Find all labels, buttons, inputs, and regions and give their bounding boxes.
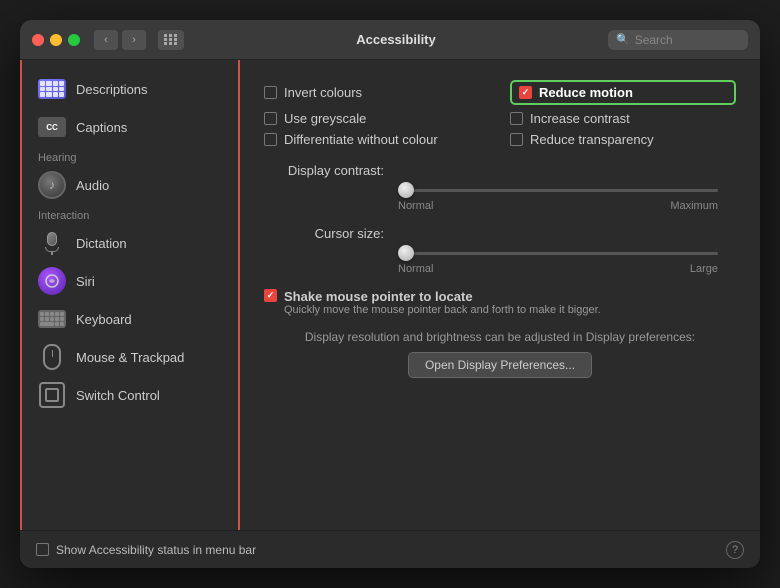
reduce-transparency-checkbox[interactable] bbox=[510, 133, 523, 146]
increase-contrast-checkbox[interactable] bbox=[510, 112, 523, 125]
increase-contrast-row: Increase contrast bbox=[510, 111, 736, 126]
switch-icon bbox=[38, 381, 66, 409]
titlebar: ‹ › Accessibility 🔍 bbox=[20, 20, 760, 60]
accessibility-window: ‹ › Accessibility 🔍 bbox=[20, 20, 760, 568]
display-contrast-thumb[interactable] bbox=[398, 182, 414, 198]
shake-mouse-title: Shake mouse pointer to locate bbox=[284, 289, 601, 304]
display-contrast-label: Display contrast: bbox=[264, 163, 384, 178]
cursor-size-slider[interactable] bbox=[398, 244, 736, 262]
window-title: Accessibility bbox=[192, 32, 600, 47]
main-content: Descriptions CC Captions Hearing ♪ Audio… bbox=[20, 60, 760, 530]
sidebar-item-descriptions[interactable]: Descriptions bbox=[30, 70, 230, 108]
reduce-motion-highlighted: Reduce motion bbox=[510, 80, 736, 105]
cursor-size-track bbox=[398, 252, 718, 255]
cursor-size-max: Large bbox=[690, 263, 718, 275]
nav-buttons: ‹ › bbox=[94, 30, 146, 50]
captions-icon: CC bbox=[38, 113, 66, 141]
display-contrast-max: Maximum bbox=[670, 200, 718, 212]
use-greyscale-label: Use greyscale bbox=[284, 111, 366, 126]
descriptions-icon bbox=[38, 75, 66, 103]
shake-mouse-text: Shake mouse pointer to locate Quickly mo… bbox=[284, 289, 601, 316]
reduce-motion-label: Reduce motion bbox=[539, 85, 633, 100]
shake-mouse-checkbox[interactable] bbox=[264, 289, 277, 302]
audio-icon: ♪ bbox=[38, 171, 66, 199]
sidebar-item-label: Switch Control bbox=[76, 388, 160, 403]
sidebar-item-switch-control[interactable]: Switch Control bbox=[30, 376, 230, 414]
forward-button[interactable]: › bbox=[122, 30, 146, 50]
cursor-size-label: Cursor size: bbox=[264, 226, 384, 241]
cursor-size-min: Normal bbox=[398, 263, 433, 275]
options-grid: Invert colours Reduce motion Use greysca… bbox=[264, 80, 736, 147]
siri-icon bbox=[38, 267, 66, 295]
display-contrast-min: Normal bbox=[398, 200, 433, 212]
show-accessibility-status-label: Show Accessibility status in menu bar bbox=[56, 543, 256, 557]
invert-colours-label: Invert colours bbox=[284, 85, 362, 100]
display-contrast-endpoints: Normal Maximum bbox=[398, 200, 718, 212]
grid-view-button[interactable] bbox=[158, 30, 184, 50]
increase-contrast-label: Increase contrast bbox=[530, 111, 630, 126]
reduce-motion-checkbox[interactable] bbox=[519, 86, 532, 99]
cursor-size-row: Cursor size: bbox=[264, 226, 736, 241]
use-greyscale-row: Use greyscale bbox=[264, 111, 490, 126]
dictation-icon bbox=[38, 229, 66, 257]
sidebar-item-label: Descriptions bbox=[76, 82, 148, 97]
display-contrast-track bbox=[398, 189, 718, 192]
differentiate-without-colour-label: Differentiate without colour bbox=[284, 132, 438, 147]
sidebar-item-label: Mouse & Trackpad bbox=[76, 350, 184, 365]
cursor-size-section: Cursor size: Normal Large bbox=[264, 226, 736, 275]
cursor-size-thumb[interactable] bbox=[398, 245, 414, 261]
cursor-size-endpoints: Normal Large bbox=[398, 263, 718, 275]
main-panel: Invert colours Reduce motion Use greysca… bbox=[240, 60, 760, 530]
search-input[interactable] bbox=[635, 33, 740, 47]
sidebar-item-label: Captions bbox=[76, 120, 127, 135]
differentiate-without-colour-checkbox[interactable] bbox=[264, 133, 277, 146]
maximize-button[interactable] bbox=[68, 34, 80, 46]
invert-colours-checkbox[interactable] bbox=[264, 86, 277, 99]
forward-icon: › bbox=[132, 34, 136, 46]
differentiate-without-colour-row: Differentiate without colour bbox=[264, 132, 490, 147]
show-accessibility-status-checkbox[interactable] bbox=[36, 543, 49, 556]
display-note: Display resolution and brightness can be… bbox=[264, 330, 736, 344]
sidebar-item-audio[interactable]: ♪ Audio bbox=[30, 166, 230, 204]
search-box[interactable]: 🔍 bbox=[608, 30, 748, 50]
sidebar-item-label: Dictation bbox=[76, 236, 127, 251]
section-label-interaction: Interaction bbox=[30, 204, 230, 224]
sidebar-item-mouse-trackpad[interactable]: Mouse & Trackpad bbox=[30, 338, 230, 376]
use-greyscale-checkbox[interactable] bbox=[264, 112, 277, 125]
keyboard-icon bbox=[38, 305, 66, 333]
help-button[interactable]: ? bbox=[726, 541, 744, 559]
sidebar-item-label: Keyboard bbox=[76, 312, 132, 327]
sidebar-item-dictation[interactable]: Dictation bbox=[30, 224, 230, 262]
bottom-bar: Show Accessibility status in menu bar ? bbox=[20, 530, 760, 568]
sidebar-item-label: Siri bbox=[76, 274, 95, 289]
sidebar-item-siri[interactable]: Siri bbox=[30, 262, 230, 300]
invert-colours-row: Invert colours bbox=[264, 80, 490, 105]
display-contrast-slider[interactable] bbox=[398, 181, 736, 199]
search-icon: 🔍 bbox=[616, 33, 630, 46]
display-contrast-row: Display contrast: bbox=[264, 163, 736, 178]
reduce-transparency-label: Reduce transparency bbox=[530, 132, 654, 147]
display-contrast-section: Display contrast: Normal Maximum bbox=[264, 163, 736, 212]
back-icon: ‹ bbox=[104, 34, 108, 46]
close-button[interactable] bbox=[32, 34, 44, 46]
sidebar-item-captions[interactable]: CC Captions bbox=[30, 108, 230, 146]
shake-mouse-row: Shake mouse pointer to locate Quickly mo… bbox=[264, 289, 736, 316]
traffic-lights bbox=[32, 34, 80, 46]
section-label-hearing: Hearing bbox=[30, 146, 230, 166]
sidebar-item-label: Audio bbox=[76, 178, 109, 193]
show-accessibility-status-row: Show Accessibility status in menu bar bbox=[36, 543, 716, 557]
mouse-icon bbox=[38, 343, 66, 371]
grid-icon bbox=[164, 34, 178, 45]
minimize-button[interactable] bbox=[50, 34, 62, 46]
back-button[interactable]: ‹ bbox=[94, 30, 118, 50]
reduce-transparency-row: Reduce transparency bbox=[510, 132, 736, 147]
sidebar: Descriptions CC Captions Hearing ♪ Audio… bbox=[20, 60, 240, 530]
shake-mouse-description: Quickly move the mouse pointer back and … bbox=[284, 304, 601, 316]
open-display-preferences-button[interactable]: Open Display Preferences... bbox=[408, 352, 592, 378]
sidebar-item-keyboard[interactable]: Keyboard bbox=[30, 300, 230, 338]
